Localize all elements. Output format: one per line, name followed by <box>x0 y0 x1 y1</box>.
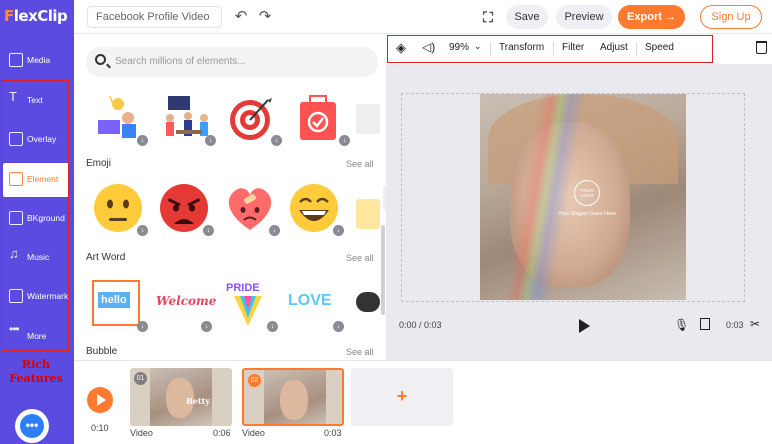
clip-type-label: Video <box>242 428 265 438</box>
fullscreen-icon[interactable]: ⛶ <box>478 7 498 27</box>
see-all-bubble-link[interactable]: See all <box>346 347 374 357</box>
section-title-bubble: Bubble <box>86 346 118 357</box>
timeline-total-time: 0:10 <box>91 423 109 433</box>
toolbar-highlight-box <box>387 35 713 63</box>
trash-icon[interactable] <box>756 41 767 54</box>
clip-duration: 0:06 <box>213 428 231 438</box>
art-word-hello[interactable]: hello ↓ <box>90 278 148 332</box>
download-icon: ↓ <box>201 321 212 332</box>
logo-placeholder[interactable]: YOUR LOGO <box>574 180 600 206</box>
clip-duration: 0:03 <box>324 428 342 438</box>
video-preview[interactable]: YOUR LOGO Your Slogan Goes Here <box>480 94 686 300</box>
see-all-emoji-link[interactable]: See all <box>346 159 374 169</box>
microphone-icon[interactable]: 🎙 <box>674 318 689 332</box>
top-bar: FlexClip Facebook Profile Video ↶ ↷ ⛶ Sa… <box>0 0 772 34</box>
logo-text: lexClip <box>13 7 68 25</box>
clip-overlay-text: Betty <box>186 396 210 406</box>
elements-panel: Search millions of elements... ↓ ↓ ↓ ↓ E… <box>74 34 386 360</box>
clip-face <box>280 380 308 420</box>
plus-icon: + <box>396 386 408 406</box>
art-word-love-text: LOVE <box>288 292 332 309</box>
art-word-love[interactable]: LOVE ↓ <box>286 278 344 332</box>
chat-button[interactable]: ••• <box>15 409 49 443</box>
emoji-laughing[interactable]: ↓ <box>286 182 344 236</box>
clip-number: 01 <box>134 372 147 385</box>
chat-icon: ••• <box>20 414 44 438</box>
split-icon[interactable] <box>700 318 710 330</box>
clip-duration: 0:03 <box>726 320 744 330</box>
clip-type-label: Video <box>130 428 153 438</box>
timeline: 0:10 Betty 01 Video 0:06 02 Video 0:03 + <box>74 360 772 444</box>
preview-button[interactable]: Preview <box>556 5 612 29</box>
sidebar-item-media[interactable]: Media <box>3 44 69 78</box>
save-button[interactable]: Save <box>506 5 548 29</box>
playback-controls: 0:00 / 0:03 🎙 0:03 ✂ <box>386 309 772 339</box>
slogan-text[interactable]: Your Slogan Goes Here <box>542 211 632 217</box>
app-logo[interactable]: FlexClip <box>4 7 68 25</box>
search-icon <box>95 54 106 65</box>
media-icon <box>9 53 23 67</box>
add-clip-button[interactable]: + <box>351 368 453 426</box>
scissors-icon[interactable]: ✂ <box>750 317 760 331</box>
canvas-area: ◈ ◁) 99% ⌄ Transform Filter Adjust Speed… <box>386 34 772 360</box>
undo-icon[interactable]: ↶ <box>231 7 251 27</box>
download-icon: ↓ <box>137 225 148 236</box>
art-word-welcome-text: Welcome <box>156 294 217 308</box>
art-word-hello-text: hello <box>98 292 130 308</box>
play-icon[interactable] <box>579 319 590 333</box>
section-title-emoji: Emoji <box>86 158 112 169</box>
emoji-neutral[interactable]: ↓ <box>90 182 148 236</box>
rich-features-annotation: Rich Features <box>9 358 63 385</box>
download-icon: ↓ <box>271 135 282 146</box>
panel-scrollbar[interactable] <box>381 225 385 315</box>
download-icon: ↓ <box>269 225 280 236</box>
signup-button[interactable]: Sign Up <box>700 5 762 29</box>
project-name-input[interactable]: Facebook Profile Video <box>87 6 222 28</box>
export-button[interactable]: Export → <box>618 5 685 29</box>
download-icon: ↓ <box>137 321 148 332</box>
timeline-play-button[interactable] <box>87 387 113 413</box>
see-all-art-word-link[interactable]: See all <box>346 253 374 263</box>
download-icon: ↓ <box>205 135 216 146</box>
download-icon: ↓ <box>203 225 214 236</box>
timeline-clip-1[interactable]: Betty 01 <box>130 368 232 426</box>
redo-icon[interactable]: ↷ <box>255 7 275 27</box>
sidebar-highlight-box <box>1 80 69 351</box>
clip-number: 02 <box>248 374 261 387</box>
art-word-pride-text: PRIDE <box>226 282 260 294</box>
art-word-partial[interactable] <box>356 292 380 312</box>
logo-area: FlexClip <box>0 0 74 34</box>
search-placeholder: Search millions of elements... <box>115 56 246 67</box>
art-word-pride[interactable]: PRIDE ↓ <box>220 278 278 332</box>
element-thumb-target[interactable]: ↓ <box>224 92 282 146</box>
download-icon: ↓ <box>333 321 344 332</box>
search-input[interactable]: Search millions of elements... <box>86 47 378 77</box>
emoji-broken-heart[interactable]: ↓ <box>222 182 280 236</box>
section-title-art-word: Art Word <box>86 252 126 263</box>
timeline-clip-2[interactable]: 02 <box>242 368 344 426</box>
element-thumb-team-meeting[interactable]: ↓ <box>158 92 216 146</box>
sidebar-item-label: Media <box>27 55 51 65</box>
element-thumb-partial[interactable] <box>356 104 380 134</box>
download-icon: ↓ <box>339 135 350 146</box>
download-icon: ↓ <box>267 321 278 332</box>
element-thumb-checklist-bag[interactable]: ↓ <box>292 92 350 146</box>
current-time: 0:00 / 0:03 <box>399 320 442 330</box>
download-icon: ↓ <box>137 135 148 146</box>
element-thumb-people-laptop[interactable]: ↓ <box>90 92 148 146</box>
download-icon: ↓ <box>333 225 344 236</box>
art-word-welcome[interactable]: Welcome ↓ <box>154 278 216 332</box>
emoji-angry[interactable]: ↓ <box>156 182 214 236</box>
emoji-partial[interactable] <box>356 199 380 229</box>
